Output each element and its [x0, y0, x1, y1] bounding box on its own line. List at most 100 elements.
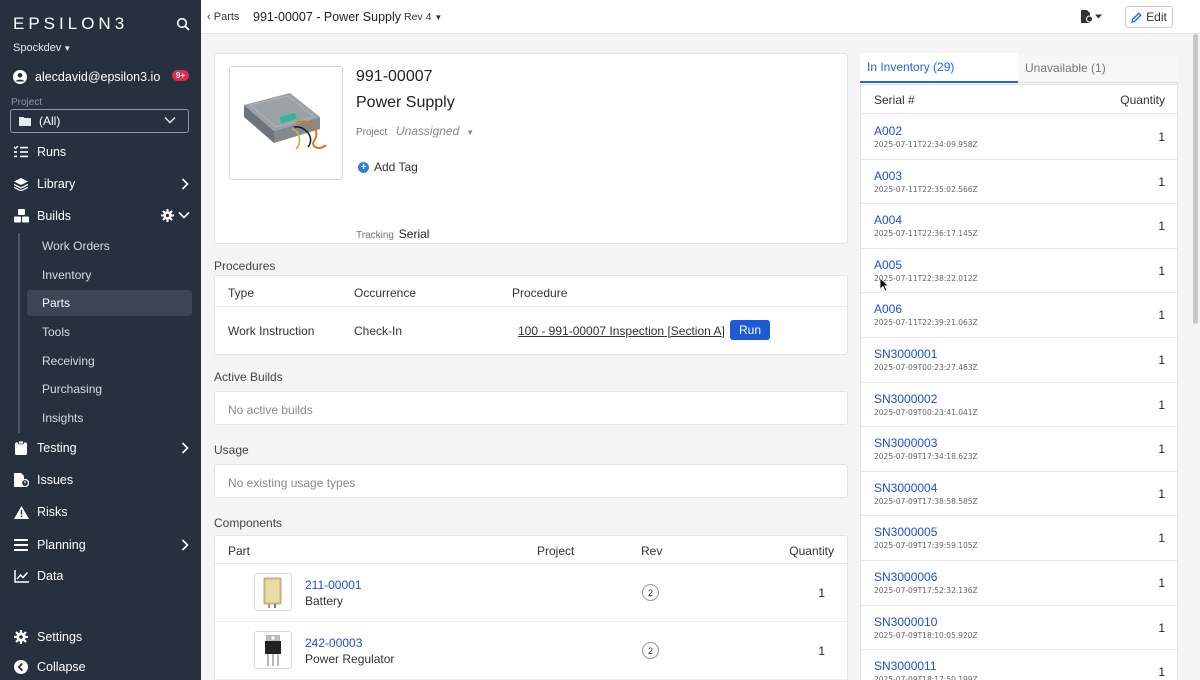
serial-link[interactable]: A006 — [874, 302, 902, 316]
procedure-occurrence: Check-In — [354, 324, 403, 338]
cubes-icon — [13, 208, 29, 224]
nav-data-label: Data — [37, 569, 64, 583]
sidebar: EPSILON3 Spockdev ▼ alecdavid@epsilon3.io… — [0, 0, 201, 680]
procedure-link[interactable]: 100 - 991-00007 Inspection [Section A] — [518, 324, 725, 338]
revision-dropdown[interactable]: Rev 4 ▼ — [404, 11, 442, 23]
app-logo[interactable]: EPSILON3 — [13, 14, 128, 34]
gear-icon[interactable] — [161, 209, 174, 222]
project-field: Project Unassigned ▼ — [356, 124, 474, 138]
nav-data[interactable]: Data — [13, 565, 191, 587]
table-row[interactable]: A003 2025-07-11T22:35:02.566Z 1 — [861, 160, 1177, 205]
serial-quantity: 1 — [1158, 353, 1165, 367]
nav-builds[interactable]: Builds — [13, 205, 191, 227]
document-menu-button[interactable] — [1081, 10, 1103, 26]
chevron-down-icon — [178, 211, 190, 219]
folder-icon — [19, 117, 31, 126]
nav-library[interactable]: Library — [13, 173, 191, 195]
tracking-value: Serial — [398, 227, 430, 241]
table-row[interactable]: SN3000001 2025-07-09T00:23:27.463Z 1 — [861, 338, 1177, 383]
submenu-guide-line — [18, 233, 20, 433]
component-rev-badge: 2 — [642, 642, 659, 659]
table-row[interactable]: SN3000004 2025-07-09T17:38:58.585Z 1 — [861, 472, 1177, 517]
run-button[interactable]: Run — [730, 320, 770, 340]
table-row: 242-00003 Power Regulator 2 1 — [215, 622, 847, 680]
issues-doc-icon — [13, 472, 29, 488]
serial-link[interactable]: SN3000010 — [874, 615, 937, 629]
part-image[interactable] — [229, 66, 343, 180]
builds-sub-receiving[interactable]: Receiving — [27, 348, 192, 374]
notification-badge: 9+ — [171, 70, 189, 81]
page-scrollbar[interactable] — [1193, 34, 1198, 324]
serial-link[interactable]: SN3000001 — [874, 347, 937, 361]
serial-link[interactable]: A002 — [874, 124, 902, 138]
builds-sub-inventory[interactable]: Inventory — [27, 262, 192, 288]
serial-quantity: 1 — [1158, 174, 1165, 189]
nav-issues[interactable]: Issues — [13, 469, 191, 491]
nav-library-label: Library — [37, 177, 76, 191]
table-row[interactable]: A005 2025-07-11T22:38:22.012Z 1 — [861, 249, 1177, 294]
project-select-value: (All) — [39, 114, 61, 128]
serial-timestamp: 2025-07-11T22:34:09.958Z — [874, 140, 978, 149]
chevron-right-icon — [181, 178, 189, 190]
builds-sub-tools[interactable]: Tools — [27, 319, 192, 345]
table-row[interactable]: A006 2025-07-11T22:39:21.063Z 1 — [861, 293, 1177, 338]
project-select[interactable]: (All) — [10, 109, 189, 133]
table-row[interactable]: SN3000010 2025-07-09T18:10:05.920Z 1 — [861, 606, 1177, 651]
col-type: Type — [228, 286, 255, 300]
page-title: 991-00007 - Power Supply — [253, 10, 402, 24]
table-row[interactable]: SN3000002 2025-07-09T00:23:41.041Z 1 — [861, 383, 1177, 428]
caret-down-icon[interactable]: ▼ — [466, 128, 474, 137]
nav-testing[interactable]: Testing — [13, 437, 191, 459]
serial-quantity: 1 — [1158, 263, 1165, 278]
org-switcher[interactable]: Spockdev ▼ — [13, 42, 71, 54]
builds-sub-insights[interactable]: Insights — [27, 405, 192, 431]
breadcrumb-back-link[interactable]: ‹ Parts — [207, 11, 239, 23]
edit-button[interactable]: Edit — [1125, 6, 1173, 28]
serial-quantity: 1 — [1158, 531, 1165, 546]
serial-link[interactable]: SN3000005 — [874, 525, 937, 539]
tracking-label: Tracking — [356, 230, 394, 241]
builds-sub-purchasing[interactable]: Purchasing — [27, 376, 192, 402]
table-row[interactable]: SN3000006 2025-07-09T17:52:32.136Z 1 — [861, 561, 1177, 606]
serial-link[interactable]: SN3000002 — [874, 392, 937, 406]
table-row[interactable]: SN3000005 2025-07-09T17:39:59.105Z 1 — [861, 516, 1177, 561]
tab-unavailable[interactable]: Unavailable (1) — [1018, 53, 1178, 83]
serial-link[interactable]: SN3000011 — [874, 659, 937, 673]
project-field-value[interactable]: Unassigned — [396, 124, 459, 138]
regulator-image — [254, 631, 292, 669]
add-tag-button[interactable]: + Add Tag — [358, 160, 418, 174]
document-settings-icon — [1081, 10, 1102, 23]
serial-timestamp: 2025-07-09T00:23:41.041Z — [874, 407, 978, 417]
nav-planning[interactable]: Planning — [13, 534, 191, 556]
search-icon[interactable] — [176, 17, 190, 31]
serial-timestamp: 2025-07-09T00:23:27.463Z — [874, 363, 978, 372]
user-menu[interactable]: alecdavid@epsilon3.io 9+ — [13, 68, 191, 86]
runs-list-icon — [13, 144, 29, 160]
serial-link[interactable]: A005 — [874, 258, 902, 272]
serial-timestamp: 2025-07-11T22:39:21.063Z — [874, 318, 978, 328]
table-row[interactable]: SN3000003 2025-07-09T17:34:18.623Z 1 — [861, 427, 1177, 472]
tab-in-inventory[interactable]: In Inventory (29) — [860, 53, 1018, 83]
col-procedure: Procedure — [512, 286, 568, 300]
table-row[interactable]: SN3000011 2025-07-09T18:17:50.199Z 1 — [861, 650, 1177, 680]
builds-sub-work-orders[interactable]: Work Orders — [27, 233, 192, 259]
nav-settings[interactable]: Settings — [13, 626, 191, 648]
serial-quantity: 1 — [1158, 130, 1165, 144]
builds-sub-parts[interactable]: Parts — [27, 290, 192, 316]
table-row[interactable]: A004 2025-07-11T22:36:17.145Z 1 — [861, 204, 1177, 249]
procedures-table-header: Type Occurrence Procedure — [215, 276, 847, 307]
serial-link[interactable]: SN3000003 — [874, 436, 937, 450]
serial-link[interactable]: A004 — [874, 213, 902, 227]
table-row[interactable]: A002 2025-07-11T22:34:09.958Z 1 — [861, 115, 1177, 160]
chevron-left-icon: ‹ — [207, 11, 214, 23]
top-bar: ‹ Parts 991-00007 - Power Supply Rev 4 ▼… — [201, 0, 1200, 34]
component-part-number[interactable]: 211-00001 — [305, 578, 362, 592]
serial-link[interactable]: SN3000006 — [874, 570, 937, 584]
nav-risks[interactable]: Risks — [13, 501, 191, 523]
nav-runs[interactable]: Runs — [13, 141, 191, 163]
components-title: Components — [214, 516, 283, 530]
serial-link[interactable]: SN3000004 — [874, 481, 937, 495]
nav-collapse[interactable]: Collapse — [13, 656, 191, 678]
serial-link[interactable]: A003 — [874, 169, 902, 183]
component-part-number[interactable]: 242-00003 — [305, 636, 362, 650]
